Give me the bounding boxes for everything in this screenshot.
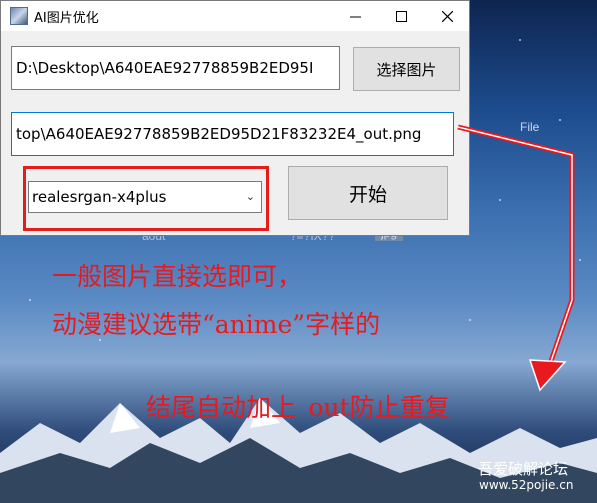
annotation-line-3: 结尾自动加上_out防止重复 <box>146 393 450 422</box>
background-file-menu: File <box>520 120 540 134</box>
watermark-site-name: 吾爱破解论坛 <box>478 460 569 478</box>
minimize-button[interactable] <box>332 1 378 31</box>
input-path-field[interactable]: D:\Desktop\A640EAE92778859B2ED95I <box>11 46 340 90</box>
select-image-button[interactable]: 选择图片 <box>353 47 460 91</box>
close-button[interactable] <box>424 1 470 31</box>
app-icon <box>10 7 28 25</box>
annotation-line-1: 一般图片直接选即可， <box>52 262 303 291</box>
window-title: AI图片优化 <box>34 10 99 26</box>
highlight-box <box>23 166 269 231</box>
title-bar: AI图片优化 <box>1 1 469 31</box>
close-icon <box>441 10 453 22</box>
watermark-site-url: www.52pojie.cn <box>479 478 574 492</box>
annotation-line-2: 动漫建议选带“anime”字样的 <box>52 310 381 339</box>
maximize-button[interactable] <box>378 1 424 31</box>
maximize-icon <box>395 10 407 22</box>
output-path-field[interactable]: top\A640EAE92778859B2ED95D21F83232E4_out… <box>11 112 454 156</box>
minimize-icon <box>349 16 361 17</box>
start-button[interactable]: 开始 <box>288 166 448 220</box>
